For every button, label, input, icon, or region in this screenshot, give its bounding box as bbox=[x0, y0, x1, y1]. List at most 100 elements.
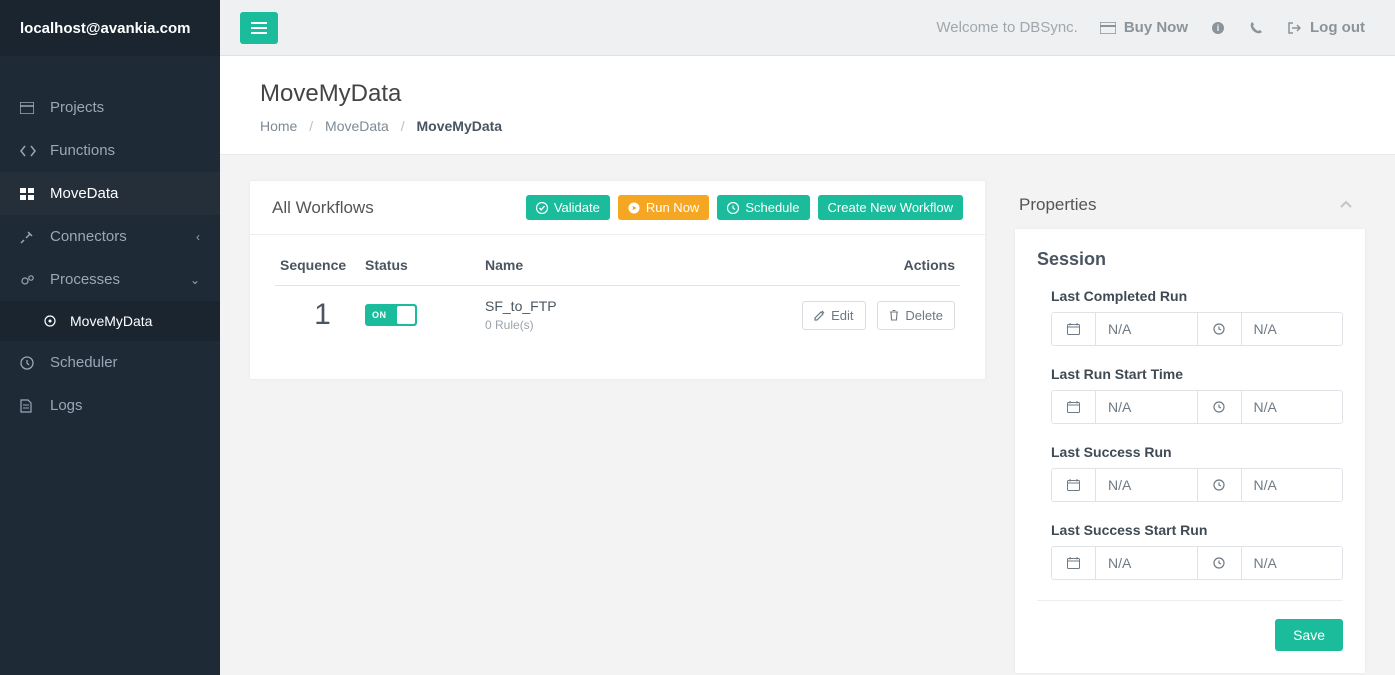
workflows-panel-head: All Workflows Validate Run Now Schedule … bbox=[250, 181, 985, 235]
check-circle-icon bbox=[536, 202, 548, 214]
target-icon bbox=[44, 315, 60, 327]
topbar-right: Welcome to DBSync. Buy Now i Log out bbox=[936, 19, 1365, 36]
field-row: N/A N/A bbox=[1051, 546, 1343, 580]
status-toggle[interactable]: ON bbox=[365, 304, 417, 326]
field-label: Last Completed Run bbox=[1051, 288, 1343, 304]
play-circle-icon bbox=[628, 202, 640, 214]
edit-button[interactable]: Edit bbox=[802, 301, 865, 330]
field-label: Last Success Start Run bbox=[1051, 522, 1343, 538]
sidebar-item-movedata[interactable]: MoveData bbox=[0, 172, 220, 215]
field-row: N/A N/A bbox=[1051, 390, 1343, 424]
info-icon[interactable]: i bbox=[1210, 20, 1226, 36]
cogs-icon bbox=[20, 273, 36, 287]
topbar: Welcome to DBSync. Buy Now i Log out bbox=[220, 0, 1395, 56]
sidebar-item-connectors[interactable]: Connectors ‹ bbox=[0, 215, 220, 258]
properties-panel: Properties Session Last Completed Run N/… bbox=[1015, 181, 1365, 673]
nav-label: Functions bbox=[50, 142, 200, 159]
field-row: N/A N/A bbox=[1051, 312, 1343, 346]
logout-button[interactable]: Log out bbox=[1286, 19, 1365, 36]
menu-toggle-button[interactable] bbox=[240, 12, 278, 44]
clock-icon bbox=[1198, 547, 1242, 579]
col-name: Name bbox=[485, 257, 775, 273]
tenant-label: localhost@avankia.com bbox=[0, 0, 220, 56]
buy-now-label: Buy Now bbox=[1124, 19, 1188, 36]
breadcrumb-current: MoveMyData bbox=[417, 118, 503, 134]
col-sequence: Sequence bbox=[280, 257, 365, 273]
schedule-button[interactable]: Schedule bbox=[717, 195, 809, 220]
save-button[interactable]: Save bbox=[1275, 619, 1343, 651]
field-label: Last Run Start Time bbox=[1051, 366, 1343, 382]
workflow-rules: 0 Rule(s) bbox=[485, 318, 775, 332]
session-title: Session bbox=[1037, 249, 1343, 270]
content: All Workflows Validate Run Now Schedule … bbox=[220, 155, 1395, 675]
card-icon bbox=[1100, 20, 1116, 36]
plug-icon bbox=[20, 230, 36, 244]
properties-footer: Save bbox=[1037, 600, 1343, 651]
validate-label: Validate bbox=[554, 200, 600, 215]
trash-icon bbox=[889, 310, 899, 321]
hamburger-icon bbox=[251, 22, 267, 34]
sidebar-item-logs[interactable]: Logs bbox=[0, 384, 220, 427]
create-workflow-label: Create New Workflow bbox=[828, 200, 953, 215]
clock-icon bbox=[1198, 391, 1242, 423]
clock-icon bbox=[1198, 313, 1242, 345]
clock-icon bbox=[1198, 469, 1242, 501]
nav-label: Processes bbox=[50, 271, 190, 288]
nav-label: MoveData bbox=[50, 185, 200, 202]
delete-label: Delete bbox=[905, 308, 943, 323]
delete-button[interactable]: Delete bbox=[877, 301, 955, 330]
file-icon bbox=[20, 399, 36, 413]
grid-icon bbox=[20, 188, 36, 200]
time-value: N/A bbox=[1242, 313, 1343, 345]
create-workflow-button[interactable]: Create New Workflow bbox=[818, 195, 963, 220]
table-header: Sequence Status Name Actions bbox=[275, 245, 960, 286]
logout-label: Log out bbox=[1310, 19, 1365, 36]
buy-now-button[interactable]: Buy Now bbox=[1100, 19, 1188, 36]
chevron-up-icon[interactable] bbox=[1339, 200, 1353, 210]
page-title: MoveMyData bbox=[260, 80, 1355, 108]
calendar-icon bbox=[1052, 469, 1096, 501]
main: Welcome to DBSync. Buy Now i Log out bbox=[220, 0, 1395, 675]
time-value: N/A bbox=[1242, 469, 1343, 501]
breadcrumb-movedata[interactable]: MoveData bbox=[325, 118, 389, 134]
page-header: MoveMyData Home / MoveData / MoveMyData bbox=[220, 56, 1395, 155]
field-last-completed-run: Last Completed Run N/A N/A bbox=[1037, 288, 1343, 346]
nav-label: Scheduler bbox=[50, 354, 200, 371]
sidebar-item-processes[interactable]: Processes ⌄ bbox=[0, 258, 220, 301]
chevron-left-icon: ‹ bbox=[196, 230, 200, 244]
nav-sub-label: MoveMyData bbox=[70, 313, 152, 329]
svg-text:i: i bbox=[1217, 23, 1220, 33]
schedule-label: Schedule bbox=[745, 200, 799, 215]
edit-label: Edit bbox=[831, 308, 853, 323]
sidebar-item-scheduler[interactable]: Scheduler bbox=[0, 341, 220, 384]
date-value: N/A bbox=[1096, 313, 1198, 345]
chevron-down-icon: ⌄ bbox=[190, 273, 200, 287]
calendar-icon bbox=[1052, 391, 1096, 423]
sidebar-subitem-movemydata[interactable]: MoveMyData bbox=[0, 301, 220, 341]
field-last-success-start-run: Last Success Start Run N/A N/A bbox=[1037, 522, 1343, 580]
pencil-icon bbox=[814, 310, 825, 321]
workflow-name[interactable]: SF_to_FTP bbox=[485, 298, 775, 314]
breadcrumb-home[interactable]: Home bbox=[260, 118, 297, 134]
sidebar-item-projects[interactable]: Projects bbox=[0, 86, 220, 129]
field-last-run-start-time: Last Run Start Time N/A N/A bbox=[1037, 366, 1343, 424]
sidebar: localhost@avankia.com Projects Functions… bbox=[0, 0, 220, 675]
properties-head: Properties bbox=[1015, 181, 1365, 229]
calendar-icon bbox=[1052, 547, 1096, 579]
date-value: N/A bbox=[1096, 547, 1198, 579]
validate-button[interactable]: Validate bbox=[526, 195, 610, 220]
field-row: N/A N/A bbox=[1051, 468, 1343, 502]
code-icon bbox=[20, 145, 36, 157]
projects-icon bbox=[20, 102, 36, 114]
run-now-button[interactable]: Run Now bbox=[618, 195, 709, 220]
workflows-table: Sequence Status Name Actions 1 ON SF_to_… bbox=[250, 235, 985, 379]
clock-icon bbox=[20, 356, 36, 370]
clock-icon bbox=[727, 202, 739, 214]
col-actions: Actions bbox=[775, 257, 955, 273]
phone-icon[interactable] bbox=[1248, 20, 1264, 36]
sidebar-item-functions[interactable]: Functions bbox=[0, 129, 220, 172]
workflows-title: All Workflows bbox=[272, 198, 526, 218]
breadcrumb-sep: / bbox=[309, 118, 313, 134]
field-label: Last Success Run bbox=[1051, 444, 1343, 460]
sidebar-sub-processes: MoveMyData bbox=[0, 301, 220, 341]
